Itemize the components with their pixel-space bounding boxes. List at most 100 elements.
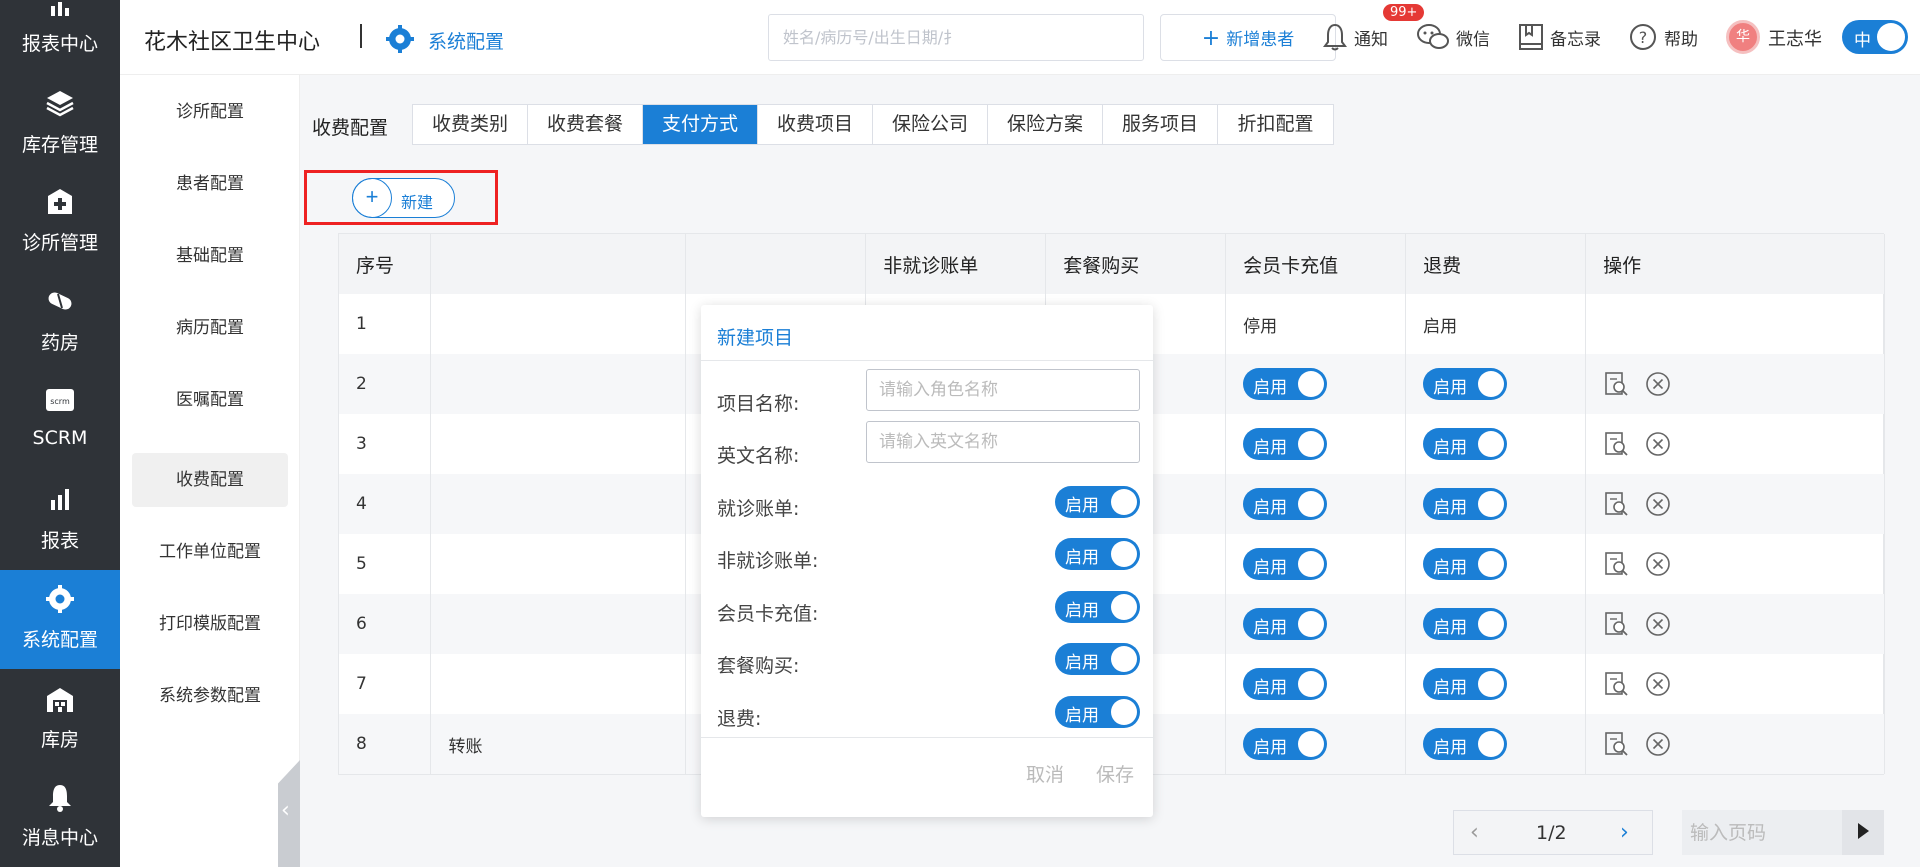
tab-charge-package[interactable]: 收费套餐 [528,105,643,144]
tab-charge-item[interactable]: 收费项目 [758,105,873,144]
nav-reports[interactable]: 报表 [0,466,120,565]
nav-label: 库房 [40,729,79,751]
nav-clinic-management[interactable]: 诊所管理 [0,169,120,268]
nav-report-center[interactable]: 报表中心 [0,0,120,55]
delete-icon[interactable] [1645,611,1671,637]
refund-switch[interactable]: 启用 [1055,696,1140,728]
status-switch[interactable]: 启用 [1243,428,1328,460]
subnav-print-template-config[interactable]: 打印模版配置 [132,597,288,651]
cell-name [430,414,687,474]
nav-label: 诊所管理 [21,232,98,254]
nav-system-config[interactable]: 系统配置 [0,570,120,669]
nav-label: 药房 [40,332,79,354]
subnav-order-config[interactable]: 医嘱配置 [132,373,288,427]
status-switch[interactable]: 启用 [1423,428,1508,460]
cell-actions [1585,714,1885,774]
status-switch[interactable]: 启用 [1423,728,1508,760]
status-switch[interactable]: 启用 [1423,548,1508,580]
cell-name [430,594,687,654]
subnav-patient-config[interactable]: 患者配置 [132,157,288,211]
save-button[interactable]: 保存 [1096,760,1134,787]
cell-index: 3 [339,414,432,474]
tab-discount-config[interactable]: 折扣配置 [1218,105,1333,144]
english-name-label: 英文名称: [717,445,800,467]
create-button[interactable]: + 新建 [352,178,455,218]
non-visit-bill-switch[interactable]: 启用 [1055,538,1140,570]
language-toggle[interactable]: 中 [1842,20,1908,54]
nav-pharmacy[interactable]: 药房 [0,268,120,367]
delete-icon[interactable] [1645,551,1671,577]
subnav-billing-config[interactable]: 收费配置 [132,453,288,507]
delete-icon[interactable] [1645,431,1671,457]
non-visit-bill-label: 非就诊账单: [717,550,819,572]
go-page-button[interactable] [1842,810,1884,855]
subnav-system-param-config[interactable]: 系统参数配置 [132,669,288,723]
memo-link[interactable]: 备忘录 [1518,22,1601,52]
nav-scrm[interactable]: scrm SCRM [0,367,120,466]
delete-icon[interactable] [1645,491,1671,517]
wechat-link[interactable]: 微信 [1416,22,1490,52]
tab-charge-category[interactable]: 收费类别 [413,105,528,144]
cancel-button[interactable]: 取消 [1026,760,1064,787]
nav-inventory[interactable]: 库存管理 [0,70,120,169]
card-recharge-switch[interactable]: 启用 [1055,591,1140,623]
status-switch[interactable]: 启用 [1243,548,1328,580]
cell-index: 7 [339,654,432,714]
row-actions [1603,371,1884,397]
view-details-icon[interactable] [1603,431,1629,457]
toggle-knob [1478,431,1505,457]
status-switch[interactable]: 启用 [1423,368,1508,400]
item-name-input[interactable] [866,369,1140,411]
status-switch[interactable]: 启用 [1243,728,1328,760]
svg-text:?: ? [1639,28,1648,47]
status-switch[interactable]: 启用 [1243,608,1328,640]
visit-bill-switch[interactable]: 启用 [1055,486,1140,518]
search-input[interactable] [768,14,1144,61]
visit-bill-label: 就诊账单: [717,498,800,520]
english-name-input[interactable] [866,421,1140,463]
subnav-record-config[interactable]: 病历配置 [132,301,288,355]
memo-icon [1519,24,1543,50]
status-switch[interactable]: 启用 [1243,668,1328,700]
cell-actions [1585,354,1885,414]
avatar[interactable]: 华 [1726,20,1760,54]
subnav-basic-config[interactable]: 基础配置 [132,229,288,283]
delete-icon[interactable] [1645,731,1671,757]
status-switch[interactable]: 启用 [1423,608,1508,640]
tab-payment-method[interactable]: 支付方式 [643,105,758,144]
toggle-knob [1111,541,1137,567]
subnav-employer-config[interactable]: 工作单位配置 [132,525,288,579]
toggle-knob [1478,731,1505,757]
view-details-icon[interactable] [1603,551,1629,577]
cell-index: 1 [339,294,432,354]
status-switch[interactable]: 启用 [1423,488,1508,520]
nav-message-center[interactable]: 消息中心 [0,768,120,867]
view-details-icon[interactable] [1603,611,1629,637]
chevron-right-icon[interactable]: › [1620,820,1629,845]
help-link[interactable]: ? 帮助 [1628,22,1698,52]
view-details-icon[interactable] [1603,491,1629,517]
view-details-icon[interactable] [1603,371,1629,397]
tab-insurance-company[interactable]: 保险公司 [873,105,988,144]
help-label: 帮助 [1664,29,1698,50]
delete-icon[interactable] [1645,371,1671,397]
view-details-icon[interactable] [1603,731,1629,757]
tab-service-item[interactable]: 服务项目 [1103,105,1218,144]
add-patient-button[interactable]: + 新增患者 [1160,14,1336,61]
status-switch[interactable]: 启用 [1243,368,1328,400]
notification-link[interactable]: 通知 [1322,22,1388,52]
user-name[interactable]: 王志华 [1768,25,1822,51]
view-details-icon[interactable] [1603,671,1629,697]
tab-insurance-plan[interactable]: 保险方案 [988,105,1103,144]
chevron-left-icon[interactable]: ‹ [1470,820,1479,845]
page-number-input[interactable] [1682,810,1842,855]
status-switch[interactable]: 启用 [1243,488,1328,520]
nav-warehouse[interactable]: 库房 [0,669,120,768]
row-actions [1603,611,1884,637]
delete-icon[interactable] [1645,671,1671,697]
status-switch[interactable]: 启用 [1423,668,1508,700]
plus-icon: + [1201,25,1221,51]
row-actions [1603,731,1884,757]
package-purchase-switch[interactable]: 启用 [1055,643,1140,675]
subnav-clinic-config[interactable]: 诊所配置 [132,85,288,139]
